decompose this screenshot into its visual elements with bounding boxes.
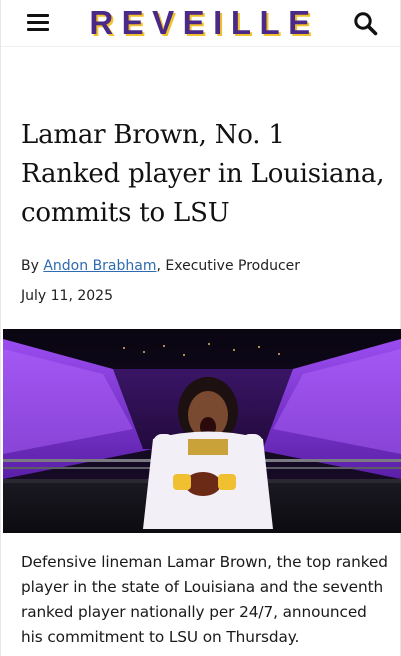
site-header: REVEILLE xyxy=(1,0,401,46)
byline-prefix: By xyxy=(21,258,39,274)
hamburger-menu-icon[interactable] xyxy=(27,13,49,31)
lead-paragraph: Defensive lineman Lamar Brown, the top r… xyxy=(21,553,388,646)
site-logo[interactable]: REVEILLE xyxy=(73,3,335,43)
search-icon[interactable] xyxy=(352,10,380,38)
author-link[interactable]: Andon Brabham xyxy=(43,258,156,274)
article-headline: Lamar Brown, No. 1 Ranked player in Loui… xyxy=(21,120,385,228)
article-page: REVEILLE Lamar Brown, No. 1 Ranked playe… xyxy=(0,0,401,656)
byline: By Andon Brabham, Executive Producer xyxy=(21,256,391,276)
header-divider xyxy=(1,46,401,47)
author-role: , Executive Producer xyxy=(156,258,301,274)
hero-image xyxy=(3,329,401,533)
publish-date: July 11, 2025 xyxy=(21,288,113,304)
